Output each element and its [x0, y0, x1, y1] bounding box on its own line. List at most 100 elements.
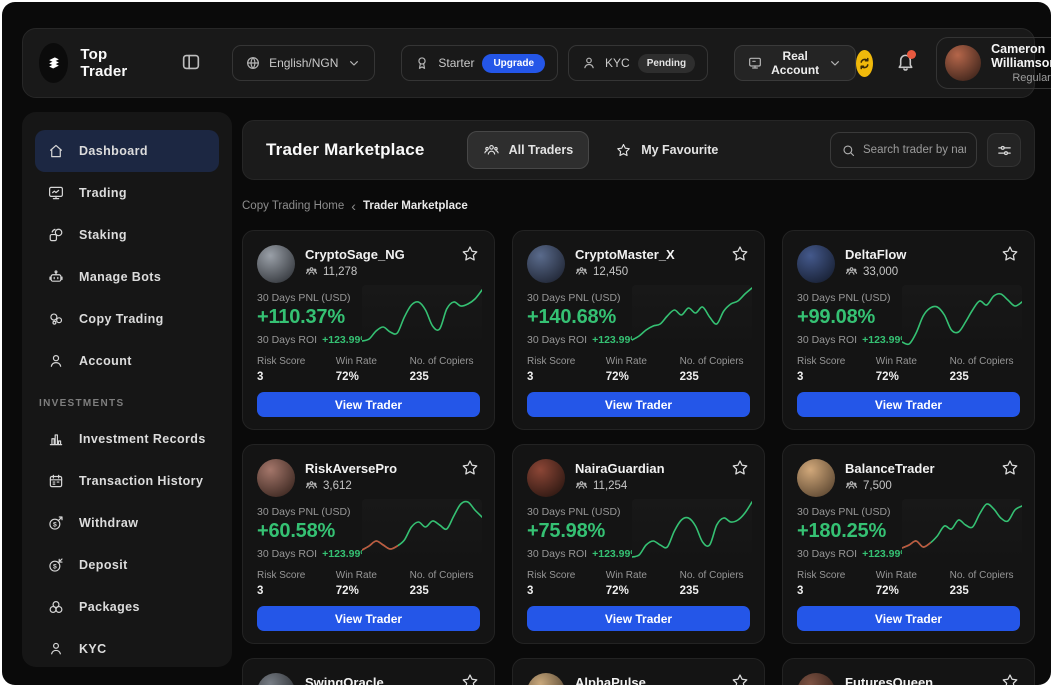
pnl-sparkline [632, 285, 752, 349]
sidebar-main-nav: Dashboard Trading Staking Manage Bots Co… [35, 130, 219, 382]
plan-label: Starter [438, 56, 474, 70]
pnl-label: 30 Days PNL (USD) [797, 506, 891, 518]
sidebar-item-copy-trading[interactable]: Copy Trading [35, 298, 219, 340]
copiers-value: 235 [680, 371, 750, 383]
view-trader-button[interactable]: View Trader [527, 606, 750, 631]
sidebar-item-trading[interactable]: Trading [35, 172, 219, 214]
trader-card: DeltaFlow 33,000 30 Days PNL (USD) +99.0… [782, 230, 1035, 430]
pnl-sparkline [362, 285, 482, 349]
copiers-value: 235 [410, 371, 480, 383]
sidebar-item-withdraw[interactable]: $ Withdraw [35, 502, 219, 544]
history-icon [47, 472, 65, 490]
star-icon [460, 244, 480, 264]
star-icon [730, 244, 750, 264]
star-icon [730, 458, 750, 478]
filter-button[interactable] [987, 133, 1021, 167]
win-rate-label: Win Rate [336, 356, 410, 367]
trader-name: CryptoSage_NG [305, 247, 405, 262]
user-name: Cameron Williamson [991, 42, 1051, 70]
account-type-selector[interactable]: Real Account [734, 45, 856, 81]
chevron-down-icon [827, 55, 843, 71]
trader-copier-count: 33,000 [863, 266, 898, 278]
account-type-label: Real Account [771, 49, 819, 77]
sidebar-item-investment-records[interactable]: Investment Records [35, 418, 219, 460]
win-rate-label: Win Rate [606, 356, 680, 367]
trader-card: RiskAversePro 3,612 30 Days PNL (USD) +6… [242, 444, 495, 644]
view-trader-button[interactable]: View Trader [257, 392, 480, 417]
trader-copier-count: 11,254 [593, 480, 627, 492]
favourite-star-button[interactable] [729, 244, 751, 266]
view-trader-button[interactable]: View Trader [797, 606, 1020, 631]
view-trader-button[interactable]: View Trader [797, 392, 1020, 417]
sidebar-item-manage-bots[interactable]: Manage Bots [35, 256, 219, 298]
trader-name: BalanceTrader [845, 461, 935, 476]
copiers-label: No. of Copiers [950, 356, 1020, 367]
copy-icon [47, 310, 65, 328]
win-rate-value: 72% [876, 585, 950, 597]
currency-swap-button[interactable] [856, 50, 873, 77]
trader-avatar [527, 673, 565, 685]
sidebar-item-deposit[interactable]: $ Deposit [35, 544, 219, 586]
search-input[interactable] [863, 144, 966, 156]
panel-toggle-icon [180, 51, 202, 73]
trader-card: AlphaPulse 30 Days PNL (USD) 30 Days ROI… [512, 658, 765, 685]
upgrade-button[interactable]: Upgrade [482, 54, 545, 73]
trader-card: CryptoSage_NG 11,278 30 Days PNL (USD) +… [242, 230, 495, 430]
pnl-value: +110.37% [257, 306, 345, 329]
user-icon [47, 352, 65, 370]
sidebar-item-packages[interactable]: Packages [35, 586, 219, 628]
tab-my-favourite[interactable]: My Favourite [599, 131, 734, 169]
view-trader-button[interactable]: View Trader [527, 392, 750, 417]
trader-card: SwingOracle 30 Days PNL (USD) 30 Days RO… [242, 658, 495, 685]
pnl-value: +99.08% [797, 306, 875, 329]
favourite-star-button[interactable] [999, 672, 1021, 685]
tab-label: All Traders [509, 143, 574, 157]
award-icon [414, 55, 430, 71]
favourite-star-button[interactable] [999, 458, 1021, 480]
roi-label: 30 Days ROI [257, 548, 317, 560]
sidebar-item-label: Trading [79, 186, 127, 200]
user-icon [581, 55, 597, 71]
favourite-star-button[interactable] [459, 672, 481, 685]
star-icon [460, 458, 480, 478]
win-rate-label: Win Rate [876, 356, 950, 367]
sidebar-item-account[interactable]: Account [35, 340, 219, 382]
roi-label: 30 Days ROI [257, 334, 317, 346]
star-icon [730, 672, 750, 685]
favourite-star-button[interactable] [729, 458, 751, 480]
win-rate-value: 72% [336, 585, 410, 597]
staking-icon [47, 226, 65, 244]
group-icon [305, 479, 318, 492]
user-role: Regular User [1012, 72, 1051, 84]
copiers-value: 235 [950, 371, 1020, 383]
copiers-label: No. of Copiers [680, 356, 750, 367]
sidebar-item-kyc[interactable]: KYC [35, 628, 219, 667]
view-trader-button[interactable]: View Trader [257, 606, 480, 631]
notifications-button[interactable] [895, 51, 916, 75]
kyc-icon [47, 640, 65, 658]
marketplace-header: Trader Marketplace All Traders My Favour… [242, 120, 1035, 180]
sidebar-toggle-button[interactable] [180, 50, 202, 76]
brand: Top Trader [39, 43, 138, 83]
monitor-icon [747, 55, 763, 71]
risk-score-label: Risk Score [257, 570, 336, 581]
breadcrumb-parent[interactable]: Copy Trading Home [242, 200, 344, 212]
copiers-label: No. of Copiers [680, 570, 750, 581]
favourite-star-button[interactable] [459, 244, 481, 266]
group-icon [575, 479, 588, 492]
language-selector[interactable]: English/NGN [232, 45, 375, 81]
tab-all-traders[interactable]: All Traders [467, 131, 590, 169]
pnl-label: 30 Days PNL (USD) [527, 506, 621, 518]
kyc-status-badge: Pending [638, 54, 695, 73]
sidebar-item-staking[interactable]: Staking [35, 214, 219, 256]
search-icon [841, 143, 856, 158]
trader-avatar [797, 245, 835, 283]
sidebar-item-label: KYC [79, 642, 107, 656]
favourite-star-button[interactable] [729, 672, 751, 685]
user-menu[interactable]: Cameron Williamson Regular User [936, 37, 1051, 89]
favourite-star-button[interactable] [459, 458, 481, 480]
sidebar-item-dashboard[interactable]: Dashboard [35, 130, 219, 172]
favourite-star-button[interactable] [999, 244, 1021, 266]
sidebar-item-transaction-history[interactable]: Transaction History [35, 460, 219, 502]
trader-name: AlphaPulse [575, 675, 646, 685]
